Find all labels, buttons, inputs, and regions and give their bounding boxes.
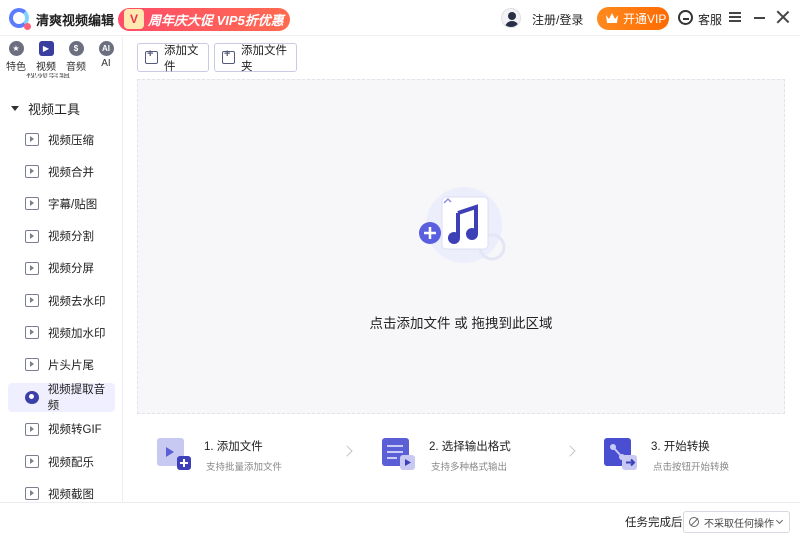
extract-audio-icon: [25, 390, 39, 404]
music-file-illustration-icon: [419, 187, 506, 263]
video-tool-icon: [25, 358, 39, 372]
app-title: 清爽视频编辑: [36, 13, 115, 28]
group-label: 视频工具: [28, 102, 81, 117]
sidebar-item-label: 视频去水印: [48, 295, 106, 308]
step-add-file: 1. 添加文件 支持批量添加文件: [156, 433, 336, 473]
login-link[interactable]: 注册/登录: [532, 11, 583, 28]
add-folder-icon: [222, 48, 235, 64]
video-tool-icon: [25, 229, 39, 243]
minimize-icon[interactable]: [754, 17, 765, 19]
step-title: 2. 选择输出格式: [429, 441, 511, 453]
step-subtitle: 点击按钮开始转换: [653, 462, 730, 473]
tab-label: 特色: [6, 62, 26, 73]
convert-icon: [604, 438, 637, 470]
sidebar-item-split[interactable]: 视频分割: [8, 222, 115, 251]
sidebar-item-merge[interactable]: 视频合并: [8, 157, 115, 186]
sidebar-item-music[interactable]: 视频配乐: [8, 447, 115, 476]
step-title: 1. 添加文件: [204, 441, 263, 453]
after-task-select[interactable]: 不采取任何操作: [683, 511, 790, 533]
sidebar-item-label: 视频配乐: [48, 456, 94, 469]
title-bar: 清爽视频编辑 V 周年庆大促 VIP5折优惠 注册/登录 开通VIP 客服: [0, 0, 800, 36]
sidebar-item-screenshot[interactable]: 视频截图: [8, 479, 115, 502]
video-icon: ▶: [38, 41, 54, 56]
after-task-label: 任务完成后: [625, 517, 683, 529]
tab-ai[interactable]: AI AI: [92, 41, 120, 69]
star-icon: ★: [8, 41, 24, 56]
promo-banner[interactable]: V 周年庆大促 VIP5折优惠: [118, 8, 290, 31]
step-start-convert: 3. 开始转换 点击按钮开始转换: [603, 433, 783, 473]
ai-icon: AI: [98, 41, 114, 56]
video-tool-icon: [25, 455, 39, 468]
menu-icon[interactable]: [729, 12, 741, 22]
drop-zone-text: 点击添加文件 或 拖拽到此区域: [369, 316, 553, 331]
video-tool-icon: [25, 422, 39, 436]
video-tool-icon: [25, 487, 39, 501]
chevron-right-icon: [564, 445, 576, 457]
add-file-button[interactable]: 添加文件: [137, 43, 209, 73]
sidebar: 视频剪辑 ★ 特色 ▶ 视频 $ 音频 AI AI 视频工具 视频压缩 视频合并字…: [0, 37, 123, 502]
format-list-icon: [382, 438, 415, 470]
sidebar-item-intro-outro[interactable]: 片头片尾: [8, 350, 115, 379]
step-subtitle: 支持多种格式输出: [431, 462, 508, 473]
sidebar-item-subtitle[interactable]: 字幕/贴图: [8, 189, 115, 218]
add-file-label: 添加文件: [164, 44, 199, 73]
sidebar-item-splitscreen[interactable]: 视频分屏: [8, 254, 115, 283]
audio-icon: $: [68, 41, 84, 56]
sidebar-item-label: 视频加水印: [48, 327, 106, 340]
sidebar-item-add-watermark[interactable]: 视频加水印: [8, 318, 115, 347]
tab-audio[interactable]: $ 音频: [62, 41, 90, 73]
service-icon[interactable]: [678, 10, 693, 25]
add-folder-button[interactable]: 添加文件夹: [214, 43, 297, 73]
sidebar-item-label: 字幕/贴图: [48, 198, 98, 211]
sidebar-item-to-gif[interactable]: 视频转GIF: [8, 415, 115, 444]
sidebar-item-label: 视频合并: [48, 166, 94, 179]
sidebar-item-label: 视频截图: [48, 488, 94, 501]
sidebar-item-label: 视频分屏: [48, 263, 94, 276]
sidebar-item-label: 视频分割: [48, 231, 94, 244]
tab-label: AI: [101, 58, 111, 69]
chevron-down-icon: [775, 516, 784, 525]
after-task-value: 不采取任何操作: [704, 518, 774, 530]
sidebar-item-label: 视频转GIF: [48, 424, 102, 437]
vip-button[interactable]: 开通VIP: [597, 7, 669, 30]
crown-icon: [606, 13, 618, 23]
bottom-bar: 任务完成后 不采取任何操作: [0, 502, 800, 538]
add-video-icon: [157, 438, 191, 470]
step-subtitle: 支持批量添加文件: [206, 462, 283, 473]
avatar[interactable]: [501, 8, 521, 28]
add-file-icon: [145, 48, 158, 64]
video-tool-icon: [25, 165, 39, 179]
caret-down-icon: [11, 106, 19, 111]
tab-video[interactable]: ▶ 视频: [32, 41, 60, 73]
video-tool-icon: [25, 294, 39, 307]
category-tabs: ★ 特色 ▶ 视频 $ 音频 AI AI: [0, 37, 122, 73]
promo-text: 周年庆大促 VIP5折优惠: [148, 13, 284, 28]
sidebar-item-compress[interactable]: 视频压缩: [8, 125, 115, 154]
vip-button-label: 开通VIP: [623, 12, 667, 26]
chevron-right-icon: [341, 445, 353, 457]
tab-label: 音频: [66, 62, 86, 73]
video-tool-icon: [25, 197, 39, 211]
no-action-icon: [689, 517, 699, 527]
video-tool-icon: [25, 133, 39, 146]
app-logo-icon: [9, 8, 31, 30]
step-title: 3. 开始转换: [651, 441, 710, 453]
step-select-format: 2. 选择输出格式 支持多种格式输出: [381, 433, 561, 473]
video-tool-icon: [25, 326, 39, 340]
sidebar-item-extract-audio[interactable]: 视频提取音频: [8, 382, 115, 413]
sidebar-item-label: 视频压缩: [48, 134, 94, 147]
tab-featured[interactable]: ★ 特色: [2, 41, 30, 73]
sidebar-item-remove-watermark[interactable]: 视频去水印: [8, 286, 115, 315]
tab-label: 视频: [36, 62, 56, 73]
add-folder-label: 添加文件夹: [241, 44, 287, 73]
close-icon[interactable]: [776, 10, 790, 24]
video-tool-icon: [25, 261, 39, 275]
sidebar-item-label: 视频提取音频: [47, 384, 106, 413]
service-link[interactable]: 客服: [698, 11, 722, 28]
group-video-tools[interactable]: 视频工具: [11, 99, 80, 118]
sidebar-item-label: 片头片尾: [48, 359, 94, 372]
promo-badge: V: [124, 9, 144, 29]
